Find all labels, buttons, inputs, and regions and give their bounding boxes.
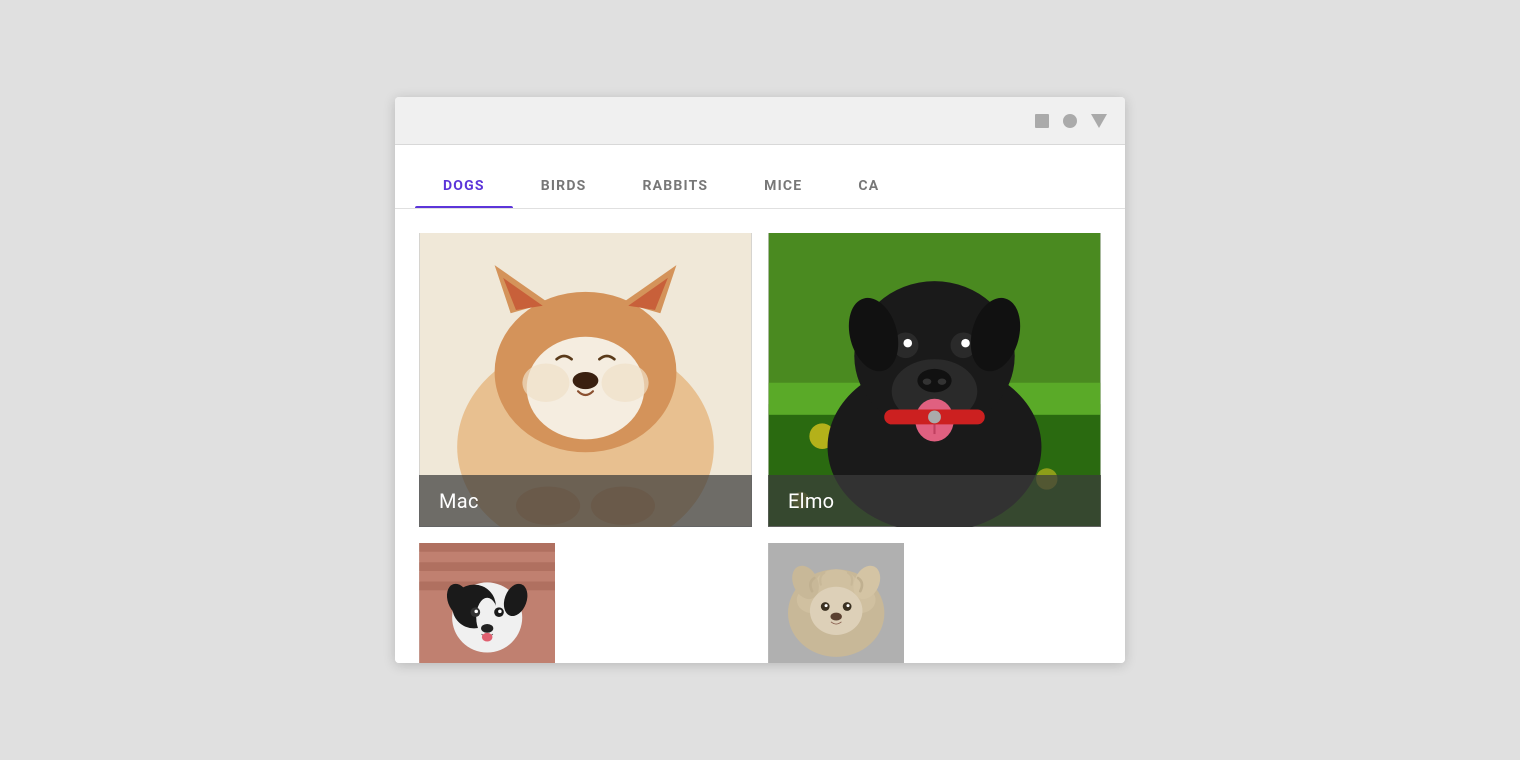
tab-birds[interactable]: BIRDS <box>513 160 615 208</box>
tab-mice[interactable]: MICE <box>736 160 830 208</box>
browser-toolbar <box>395 97 1125 145</box>
dogs-grid: Mac <box>419 233 1101 662</box>
dog-elmo-label: Elmo <box>768 475 1101 527</box>
dog-card-mac[interactable]: Mac <box>419 233 752 526</box>
browser-window: DOGS BIRDS RABBITS MICE CA <box>395 97 1125 662</box>
toolbar-triangle-icon[interactable] <box>1091 114 1107 128</box>
dog-mac-label: Mac <box>419 475 752 527</box>
toolbar-square-icon[interactable] <box>1035 114 1049 128</box>
toolbar-circle-icon[interactable] <box>1063 114 1077 128</box>
tab-cats[interactable]: CA <box>830 160 879 208</box>
tab-dogs[interactable]: DOGS <box>415 160 513 208</box>
content-area: Mac <box>395 209 1125 662</box>
dog-card-elmo[interactable]: Elmo <box>768 233 1101 526</box>
dog-card-terrier[interactable] <box>768 543 904 663</box>
dog-card-border-collie[interactable] <box>419 543 555 663</box>
tab-bar: DOGS BIRDS RABBITS MICE CA <box>395 145 1125 209</box>
tab-rabbits[interactable]: RABBITS <box>614 160 736 208</box>
